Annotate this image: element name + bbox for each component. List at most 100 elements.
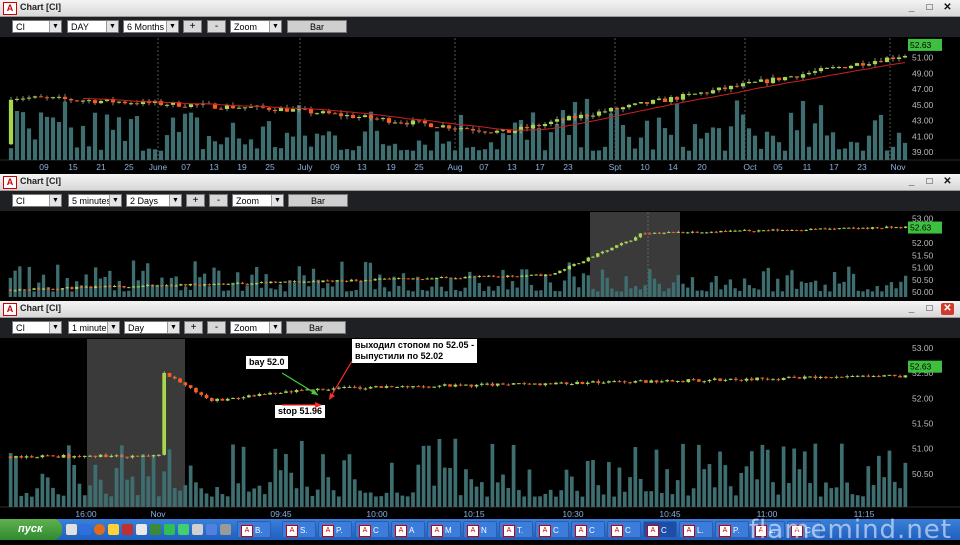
symbol-select[interactable]: CI ▼ [12,20,62,33]
start-button[interactable]: пуск [0,519,62,540]
symbol-select[interactable]: CI ▼ [12,321,62,334]
zoom-out-button[interactable]: - [207,321,226,334]
taskbar-window-button[interactable]: AM [427,521,461,538]
taskbar-window-button[interactable]: AC [643,521,677,538]
volume-bar [894,288,898,297]
taskbar-window-button[interactable]: A B. [237,521,271,538]
app-icon[interactable] [164,524,175,535]
minimize-icon[interactable]: _ [905,176,918,188]
candle [902,55,908,58]
taskbar-window-button[interactable]: AC [535,521,569,538]
price-chart[interactable]: 53.0052.5052.0051.5051.0050.5052.6316:00… [0,339,960,519]
volume-bar [22,290,27,297]
period-select[interactable]: DAY ▼ [67,20,119,33]
volume-bar [554,124,560,160]
zoom-select[interactable]: Zoom ▼ [230,20,282,33]
y-tick-label: 51.00 [912,263,934,273]
taskbar-window-button[interactable]: AC [607,521,641,538]
firefox-icon[interactable] [94,524,105,535]
bar-type-button[interactable]: Bar [287,20,347,33]
volume-bar [656,117,662,160]
volume-bar [245,285,249,297]
taskbar-window-button[interactable]: A L. [679,521,713,538]
maximize-icon[interactable]: □ [923,2,936,14]
bar-type-button[interactable]: Bar [288,194,348,207]
taskbar-window-button[interactable]: AN [463,521,497,538]
app-icon[interactable] [220,524,231,535]
range-select[interactable]: 2 Days ▼ [126,194,182,207]
candle [620,107,626,110]
candle [22,289,27,291]
taskbar-window-button[interactable]: AC [571,521,605,538]
volume-bar [742,278,747,297]
volume-bar [320,135,326,160]
candle [374,386,378,388]
candle [487,275,491,277]
ie-icon[interactable] [80,524,91,535]
taskbar-window-button[interactable]: AA [391,521,425,538]
period-select[interactable]: 5 minutes ▼ [68,194,122,207]
candle [204,394,209,399]
bar-type-button[interactable]: Bar [286,321,346,334]
volume-bar [522,496,527,507]
x-tick-label: 10:15 [463,509,485,519]
app-icon[interactable] [178,524,189,535]
candle [856,228,860,230]
minimize-icon[interactable]: _ [905,2,918,14]
close-icon[interactable]: ✕ [941,303,954,315]
volume-bar [644,491,648,507]
zoom-in-button[interactable]: + [186,194,205,207]
volume-bar [848,141,854,160]
zoom-in-button[interactable]: + [183,20,202,33]
volume-bar [542,150,548,160]
chevron-down-icon: ▼ [107,322,119,333]
close-icon[interactable]: ✕ [941,2,954,14]
app-icon[interactable] [150,524,161,535]
taskbar-window-button[interactable]: A P. [715,521,749,538]
period-select[interactable]: 1 minute ▼ [68,321,120,334]
price-chart[interactable]: 53.0052.5052.0051.5051.0050.5050.0052.63 [0,212,960,299]
zoom-select[interactable]: Zoom ▼ [232,194,284,207]
zoom-out-button[interactable]: - [207,20,226,33]
volume-bar [41,274,46,297]
app-icon: A [683,524,695,537]
candle [554,119,560,122]
range-select[interactable]: 6 Months ▼ [123,20,179,33]
taskbar-window-button[interactable]: AC [355,521,389,538]
candle [866,227,870,229]
candle [728,378,733,380]
candle [421,386,426,388]
zoom-out-button[interactable]: - [209,194,228,207]
zoom-select[interactable]: Zoom ▼ [230,321,282,334]
candle [194,104,200,106]
volume-bar [764,131,770,160]
candle [670,380,675,382]
opera-icon[interactable] [122,524,133,535]
minimize-icon[interactable]: _ [905,303,918,315]
taskbar-window-button[interactable]: A T. [499,521,533,538]
doc-icon[interactable] [136,524,147,535]
candle [359,280,363,282]
x-tick-label: 13 [209,162,219,172]
maximize-icon[interactable]: □ [923,303,936,315]
volume-bar [146,476,151,507]
taskbar-window-button[interactable]: A S. [282,521,316,538]
close-icon[interactable]: ✕ [941,176,954,188]
candle [662,98,668,102]
zoom-in-button[interactable]: + [184,321,203,334]
taskbar-window-button[interactable]: A P. [318,521,352,538]
folder-icon[interactable] [108,524,119,535]
range-select[interactable]: Day ▼ [124,321,180,334]
app-icon[interactable] [206,524,217,535]
app-icon[interactable] [192,524,203,535]
candle [14,456,18,458]
taskbar-window-label: L. [697,526,704,535]
candle [18,289,22,291]
price-chart[interactable]: 51.00 49.00 47.00 45.00 43.00 41.00 39.00 52.63… [0,38,960,172]
symbol-select[interactable]: CI ▼ [12,194,62,207]
maximize-icon[interactable]: □ [923,176,936,188]
volume-bar [395,492,399,507]
desktop-icon[interactable] [66,524,77,535]
volume-bar [350,150,356,160]
volume-bar [709,282,714,297]
